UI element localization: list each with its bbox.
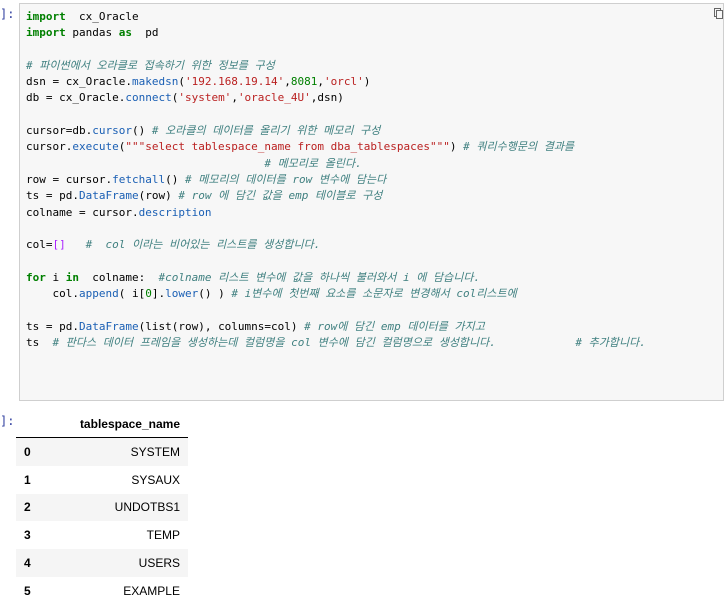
code-comment: # 판다스 데이터 프레임을 생성하는데 컬럼명을 col 변수에 담긴 컬럼명…: [52, 335, 646, 349]
row-index: 5: [24, 583, 31, 598]
code-token: ts = pd.: [26, 189, 79, 203]
code-token: import: [26, 26, 66, 40]
code-token: (): [165, 172, 185, 186]
code-comment: # row 에 담긴 값을 emp 테이블로 구성: [178, 189, 383, 203]
code-comment: # 오라클의 데이터를 올리기 위한 메모리 구성: [151, 124, 381, 138]
table-row: 0 SYSTEM: [16, 437, 188, 466]
code-editor[interactable]: import cx_Oracle import pandas as pd # 파…: [26, 9, 646, 351]
code-token: pd: [131, 26, 159, 40]
code-token: (list(row), columns=col): [138, 319, 305, 333]
cell-value: SYSTEM: [130, 444, 180, 459]
code-token: cx_Oracle: [65, 10, 139, 23]
code-comment: # 쿼리수행문의 결과를: [463, 140, 575, 154]
table-row: 5 EXAMPLE: [16, 577, 188, 605]
code-token: execute: [72, 140, 119, 154]
code-token: col.: [26, 287, 79, 301]
code-comment: # i변수에 첫번째 요소를 소문자로 변경해서 col리스트에: [231, 287, 517, 301]
code-token: (row): [138, 189, 179, 203]
code-token: import: [26, 10, 66, 23]
code-token: fetchall: [112, 172, 166, 186]
code-token: pandas: [65, 26, 119, 40]
row-index: 3: [24, 528, 31, 543]
row-index: 4: [24, 556, 31, 571]
code-token: in: [65, 270, 79, 284]
code-cell-input[interactable]: import cx_Oracle import pandas as pd # 파…: [19, 3, 724, 401]
code-token: cursor=db.: [26, 124, 93, 138]
index-header: [16, 410, 62, 438]
cell-value: UNDOTBS1: [114, 500, 180, 515]
code-number: 8081: [290, 75, 318, 89]
dataframe-output: tablespace_name 0 SYSTEM 1 SYSAUX 2 UNDOTBS…: [16, 410, 188, 605]
table-header-row: tablespace_name: [16, 410, 188, 438]
code-token: ): [363, 75, 371, 89]
code-token: i: [45, 270, 66, 284]
code-string: """select tablespace_name from dba_table…: [125, 140, 450, 154]
code-token: ts: [26, 335, 53, 349]
code-token: cursor: [92, 124, 132, 138]
code-token: []: [52, 238, 66, 252]
code-token: row = cursor.: [26, 172, 113, 186]
table-row: 1 SYSAUX: [16, 466, 188, 494]
code-token: DataFrame: [78, 319, 139, 333]
code-token: for: [26, 270, 46, 284]
cell-value: SYSAUX: [131, 472, 180, 487]
code-string: 'oracle_4U': [237, 91, 311, 105]
code-token: ].: [151, 287, 166, 301]
code-token: (): [131, 124, 152, 138]
code-token: ,dsn): [310, 91, 344, 105]
code-token: col=: [26, 238, 53, 252]
code-comment: # 메모리의 데이터를 row 변수에 담는다: [184, 172, 387, 186]
code-token: colname = cursor.: [26, 205, 139, 219]
code-token: lower: [165, 287, 199, 301]
code-comment: # col 이라는 비어있는 리스트를 생성합니다.: [85, 238, 321, 252]
code-comment: # 메모리로 올린다.: [26, 156, 362, 170]
row-index: 0: [24, 444, 31, 459]
code-token: ): [449, 140, 464, 154]
code-token: colname:: [79, 270, 159, 284]
copy-icon[interactable]: [714, 8, 723, 19]
table-row: 4 USERS: [16, 549, 188, 577]
code-token: ,: [284, 75, 291, 89]
code-string: 'orcl': [324, 75, 364, 89]
code-string: 'system': [178, 91, 232, 105]
code-token: db = cx_Oracle.: [26, 91, 126, 105]
cell-value: TEMP: [146, 528, 180, 543]
code-token: description: [138, 205, 212, 219]
code-comment: # row에 담긴 emp 데이터를 가지고: [304, 319, 485, 333]
code-token: append: [78, 287, 119, 301]
output-prompt: ]:: [0, 414, 15, 428]
code-string: '192.168.19.14': [184, 75, 285, 89]
code-comment: # 파이썬에서 오라클로 접속하기 위한 정보를 구성: [26, 58, 275, 72]
code-comment: #colname 리스트 변수에 값을 하나씩 불러와서 i 에 담습니다.: [158, 270, 481, 284]
code-token: as: [118, 26, 132, 40]
input-prompt: ]:: [0, 7, 15, 21]
row-index: 1: [24, 472, 31, 487]
row-index: 2: [24, 500, 31, 515]
table-row: 2 UNDOTBS1: [16, 493, 188, 522]
cell-value: EXAMPLE: [123, 583, 180, 598]
code-token: cursor.: [26, 140, 73, 154]
column-header: tablespace_name: [62, 410, 188, 438]
code-token: makedsn: [131, 75, 179, 89]
code-token: connect: [125, 91, 172, 105]
table-row: 3 TEMP: [16, 521, 188, 549]
code-number: 0: [145, 287, 152, 301]
code-token: ,: [231, 91, 238, 105]
code-token: (: [178, 75, 185, 89]
code-token: () ): [198, 287, 232, 301]
code-token: dsn = cx_Oracle.: [26, 75, 132, 89]
cell-value: USERS: [138, 556, 180, 571]
code-token: DataFrame: [78, 189, 139, 203]
code-token: ( i[: [118, 287, 146, 301]
code-token: ts = pd.: [26, 319, 79, 333]
